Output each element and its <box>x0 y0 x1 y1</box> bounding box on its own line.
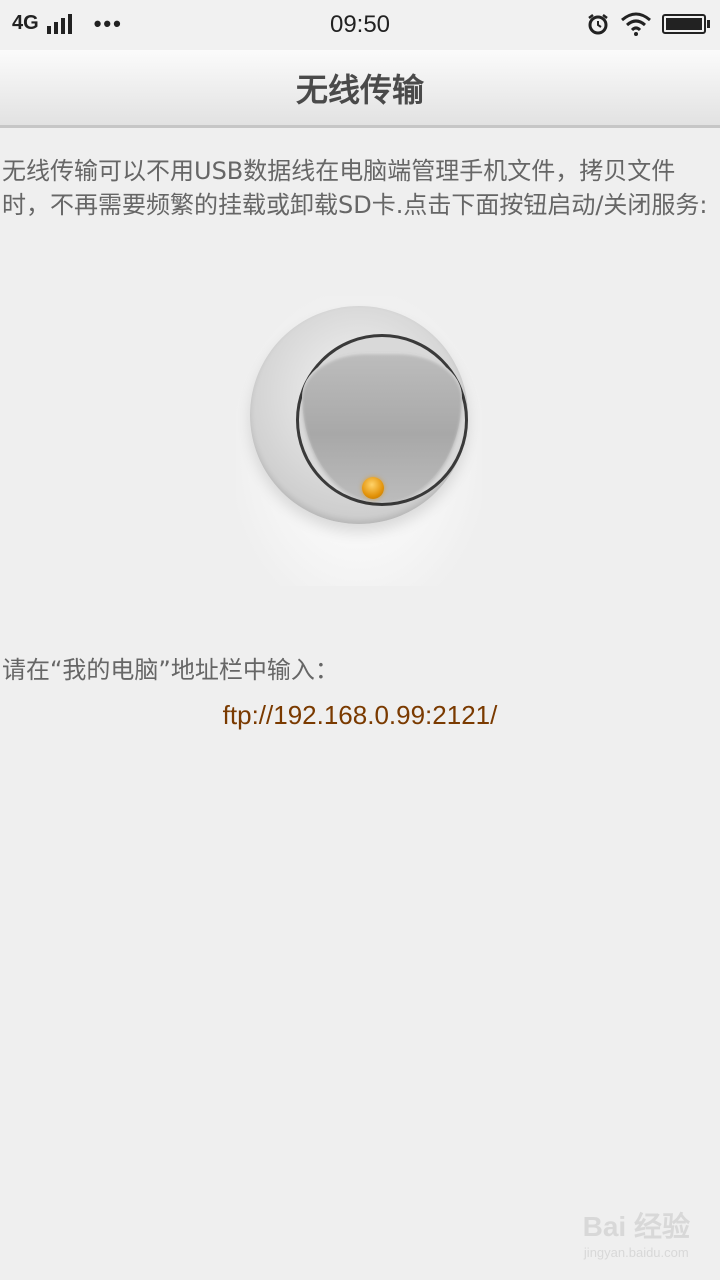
battery-icon <box>662 14 710 34</box>
status-led-icon <box>362 477 384 499</box>
ftp-address: ftp://192.168.0.99:2121/ <box>222 700 498 730</box>
status-bar: 4G ••• 09:50 <box>0 0 720 50</box>
status-right <box>586 12 710 36</box>
page-title: 无线传输 <box>295 71 424 109</box>
power-switch-button[interactable] <box>250 306 468 524</box>
address-prompt: 请在“我的电脑”地址栏中输入： <box>2 656 339 684</box>
description-text: 无线传输可以不用USB数据线在电脑端管理手机文件，拷贝文件时，不再需要频繁的挂载… <box>2 157 708 219</box>
title-bar: 无线传输 <box>0 50 720 128</box>
alarm-icon <box>588 14 608 35</box>
watermark-logo: Bai 经验 <box>582 1211 690 1242</box>
watermark-url: jingyan.baidu.com <box>583 1245 689 1260</box>
wifi-icon <box>621 12 651 36</box>
switch-area <box>236 296 482 586</box>
app-screen: 4G ••• 09:50 无线传输 无线传输可以不用USB数据线在电脑端管理手机… <box>0 0 720 1280</box>
watermark: Bai 经验 jingyan.baidu.com <box>583 1205 690 1260</box>
